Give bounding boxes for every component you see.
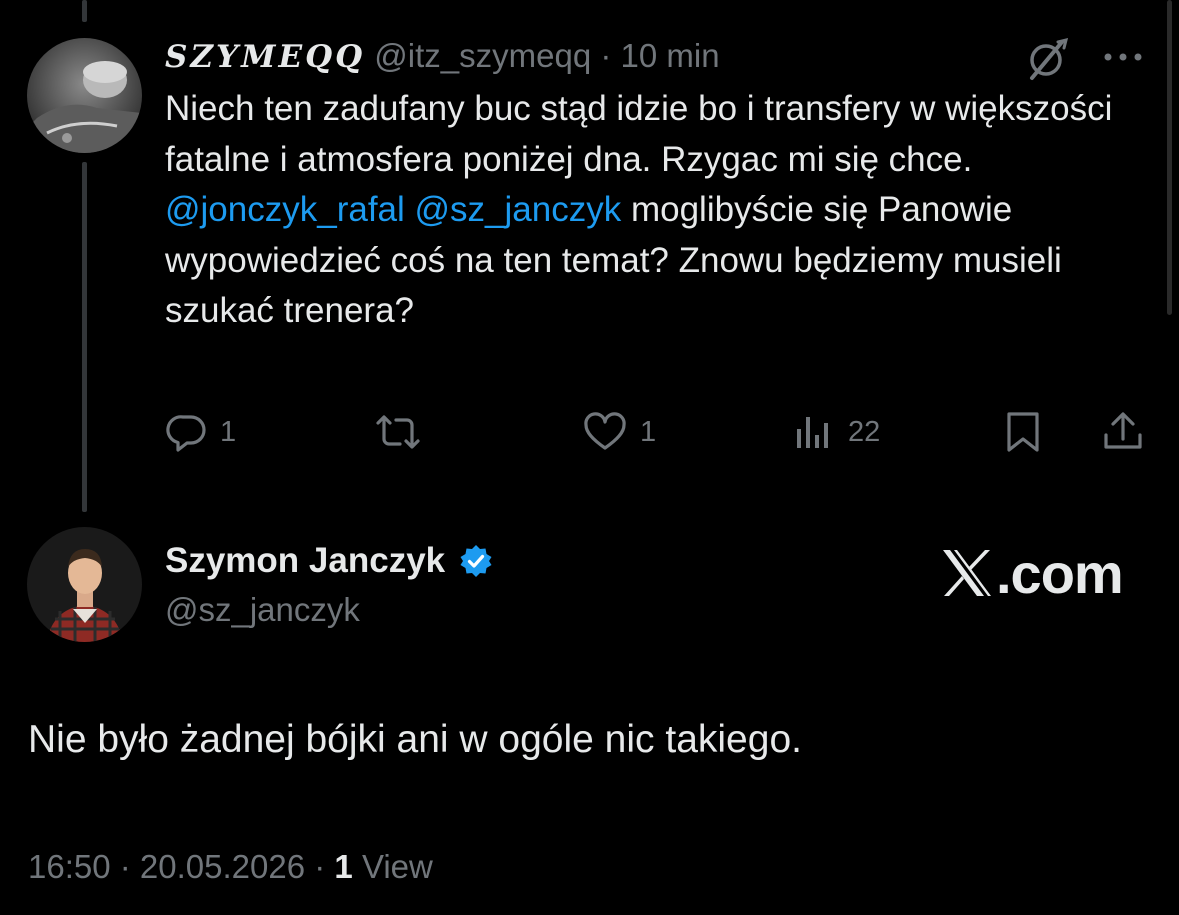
x-com-text: .com — [996, 541, 1124, 605]
avatar-reply-author[interactable] — [27, 38, 142, 153]
mention-jonczyk-rafal[interactable]: @jonczyk_rafal — [165, 190, 405, 229]
like-count: 1 — [640, 415, 657, 448]
analytics-icon — [797, 417, 828, 448]
reply-action-bar: 1 1 22 — [0, 404, 1179, 460]
retweet-icon — [376, 415, 420, 449]
bookmark-icon — [1007, 412, 1039, 452]
avatar-main-author[interactable] — [27, 527, 142, 642]
grok-icon[interactable] — [1022, 34, 1072, 84]
x-logo-icon — [943, 550, 991, 596]
share-icon — [1104, 412, 1142, 449]
reply-separator: · — [600, 37, 612, 74]
main-views-number: 1 — [334, 848, 353, 885]
main-display-name[interactable]: Szymon Janczyk — [165, 538, 445, 584]
retweet-button[interactable] — [370, 404, 438, 460]
reply-handle[interactable]: @itz_szymeqq — [374, 37, 591, 74]
reply-tweet-header: SZYMEQQ @itz_szymeqq · 10 min — [165, 34, 720, 79]
views-button[interactable]: 22 — [794, 404, 880, 460]
more-icon[interactable] — [1098, 42, 1148, 72]
heart-icon — [584, 412, 626, 450]
thread-line-top — [82, 0, 87, 22]
main-author-name-row: Szymon Janczyk — [165, 538, 493, 584]
reply-display-name[interactable]: SZYMEQQ — [165, 39, 365, 75]
main-tweet-text: Nie było żadnej bójki ani w ogóle nic ta… — [28, 718, 802, 761]
views-count: 22 — [848, 415, 881, 448]
reply-text-part1: Niech ten zadufany buc stąd idzie bo i t… — [165, 89, 1113, 179]
main-views-label: View — [361, 848, 433, 885]
main-handle[interactable]: @sz_janczyk — [165, 588, 360, 632]
verified-badge-icon[interactable] — [459, 544, 493, 578]
x-com-watermark: .com — [940, 540, 1124, 606]
tweet-page: SZYMEQQ @itz_szymeqq · 10 min Niech ten … — [0, 0, 1179, 915]
share-button[interactable] — [1100, 404, 1146, 460]
reply-icon — [166, 415, 206, 452]
scrollbar[interactable] — [1167, 0, 1172, 315]
reply-tweet-text: Niech ten zadufany buc stąd idzie bo i t… — [165, 84, 1145, 337]
like-button[interactable]: 1 — [582, 404, 656, 460]
reply-button[interactable]: 1 — [166, 404, 236, 460]
avatar-photo-icon — [27, 38, 142, 153]
main-tweet-meta: 16:50 · 20.05.2026 · 1 View — [28, 844, 433, 890]
main-timestamp[interactable]: 16:50 · 20.05.2026 · — [28, 848, 325, 885]
reply-count: 1 — [220, 415, 237, 448]
mention-sz-janczyk[interactable]: @sz_janczyk — [415, 190, 622, 229]
bookmark-button[interactable] — [1000, 404, 1046, 460]
avatar-photo-icon — [27, 527, 142, 642]
reply-time[interactable]: 10 min — [621, 37, 720, 74]
